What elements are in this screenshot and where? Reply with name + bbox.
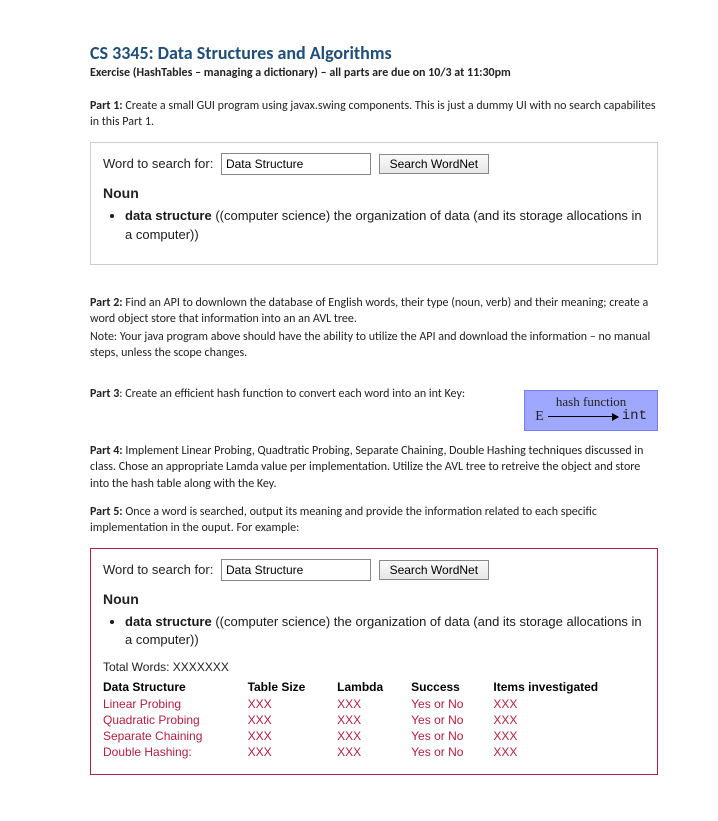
part1-text: Create a small GUI program using javax.s… <box>90 99 656 129</box>
cell-success: Yes or No <box>411 696 493 712</box>
part1-paragraph: Part 1: Create a small GUI program using… <box>90 98 658 130</box>
cell-name: Double Hashing: <box>103 744 248 760</box>
part1-label: Part 1: <box>90 99 123 113</box>
part4-text: Implement Linear Probing, Quadtratic Pro… <box>90 444 643 490</box>
part3-row: Part 3: Create an efficient hash functio… <box>90 386 658 428</box>
col-data-structure: Data Structure <box>103 678 248 696</box>
arrow-icon <box>548 416 618 417</box>
cell-name: Separate Chaining <box>103 728 248 744</box>
table-row: Double Hashing: XXX XXX Yes or No XXX <box>103 744 645 760</box>
definition-term: data structure <box>125 208 212 223</box>
cell-name: Quadratic Probing <box>103 712 248 728</box>
diagram-left-symbol: E <box>535 409 544 424</box>
search-label: Word to search for: <box>103 156 213 171</box>
total-words-line: Total Words: XXXXXXX <box>103 660 645 674</box>
part3-text: : Create an efficient hash function to c… <box>119 387 465 401</box>
part5-text: Once a word is searched, output its mean… <box>90 505 597 535</box>
definition-list: data structure ((computer science) the o… <box>125 207 645 243</box>
cell-lambda: XXX <box>337 744 411 760</box>
course-title: CS 3345: Data Structures and Algorithms <box>90 42 658 64</box>
cell-size: XXX <box>248 744 338 760</box>
col-success: Success <box>411 678 493 696</box>
gui-screenshot-1: Word to search for: Search WordNet Noun … <box>90 142 658 264</box>
hash-function-diagram: hash function E int <box>524 390 658 432</box>
cell-items: XXX <box>493 712 645 728</box>
diagram-right-symbol: int <box>622 409 647 424</box>
cell-lambda: XXX <box>337 728 411 744</box>
part2-text: Find an API to downlown the database of … <box>90 296 648 326</box>
part-of-speech-heading: Noun <box>103 185 645 201</box>
part2-note: Note: Your java program above should hav… <box>90 329 658 361</box>
search-row: Word to search for: Search WordNet <box>103 153 645 175</box>
table-row: Quadratic Probing XXX XXX Yes or No XXX <box>103 712 645 728</box>
part2-label: Part 2: <box>90 296 123 310</box>
cell-items: XXX <box>493 696 645 712</box>
exercise-subtitle: Exercise (HashTables – managing a dictio… <box>90 66 658 80</box>
cell-success: Yes or No <box>411 744 493 760</box>
part5-paragraph: Part 5: Once a word is searched, output … <box>90 504 658 536</box>
definition-term-2: data structure <box>125 614 212 629</box>
part5-label: Part 5: <box>90 505 123 519</box>
part4-label: Part 4: <box>90 444 123 458</box>
col-items: Items investigated <box>493 678 645 696</box>
search-label-2: Word to search for: <box>103 562 213 577</box>
col-table-size: Table Size <box>248 678 338 696</box>
definition-list-2: data structure ((computer science) the o… <box>125 613 645 649</box>
cell-size: XXX <box>248 696 338 712</box>
part2-paragraph: Part 2: Find an API to downlown the data… <box>90 295 658 327</box>
table-header-row: Data Structure Table Size Lambda Success… <box>103 678 645 696</box>
results-table: Data Structure Table Size Lambda Success… <box>103 678 645 760</box>
search-button[interactable]: Search WordNet <box>379 154 489 174</box>
search-row-2: Word to search for: Search WordNet <box>103 559 645 581</box>
search-input[interactable] <box>221 153 371 175</box>
table-row: Separate Chaining XXX XXX Yes or No XXX <box>103 728 645 744</box>
cell-items: XXX <box>493 728 645 744</box>
table-row: Linear Probing XXX XXX Yes or No XXX <box>103 696 645 712</box>
document-page: CS 3345: Data Structures and Algorithms … <box>0 0 718 821</box>
gui-screenshot-2: Word to search for: Search WordNet Noun … <box>90 548 658 774</box>
search-input-2[interactable] <box>221 559 371 581</box>
col-lambda: Lambda <box>337 678 411 696</box>
cell-name: Linear Probing <box>103 696 248 712</box>
diagram-top-label: hash function <box>535 395 647 409</box>
part4-paragraph: Part 4: Implement Linear Probing, Quadtr… <box>90 443 658 492</box>
search-button-2[interactable]: Search WordNet <box>379 560 489 580</box>
cell-lambda: XXX <box>337 712 411 728</box>
definition-item-2: data structure ((computer science) the o… <box>125 613 645 649</box>
definition-item: data structure ((computer science) the o… <box>125 207 645 243</box>
part3-text-wrap: Part 3: Create an efficient hash functio… <box>90 386 508 402</box>
cell-success: Yes or No <box>411 712 493 728</box>
part3-label: Part 3 <box>90 387 119 401</box>
diagram-bottom-row: E int <box>535 409 647 424</box>
cell-success: Yes or No <box>411 728 493 744</box>
part-of-speech-heading-2: Noun <box>103 591 645 607</box>
cell-size: XXX <box>248 712 338 728</box>
cell-lambda: XXX <box>337 696 411 712</box>
cell-size: XXX <box>248 728 338 744</box>
cell-items: XXX <box>493 744 645 760</box>
